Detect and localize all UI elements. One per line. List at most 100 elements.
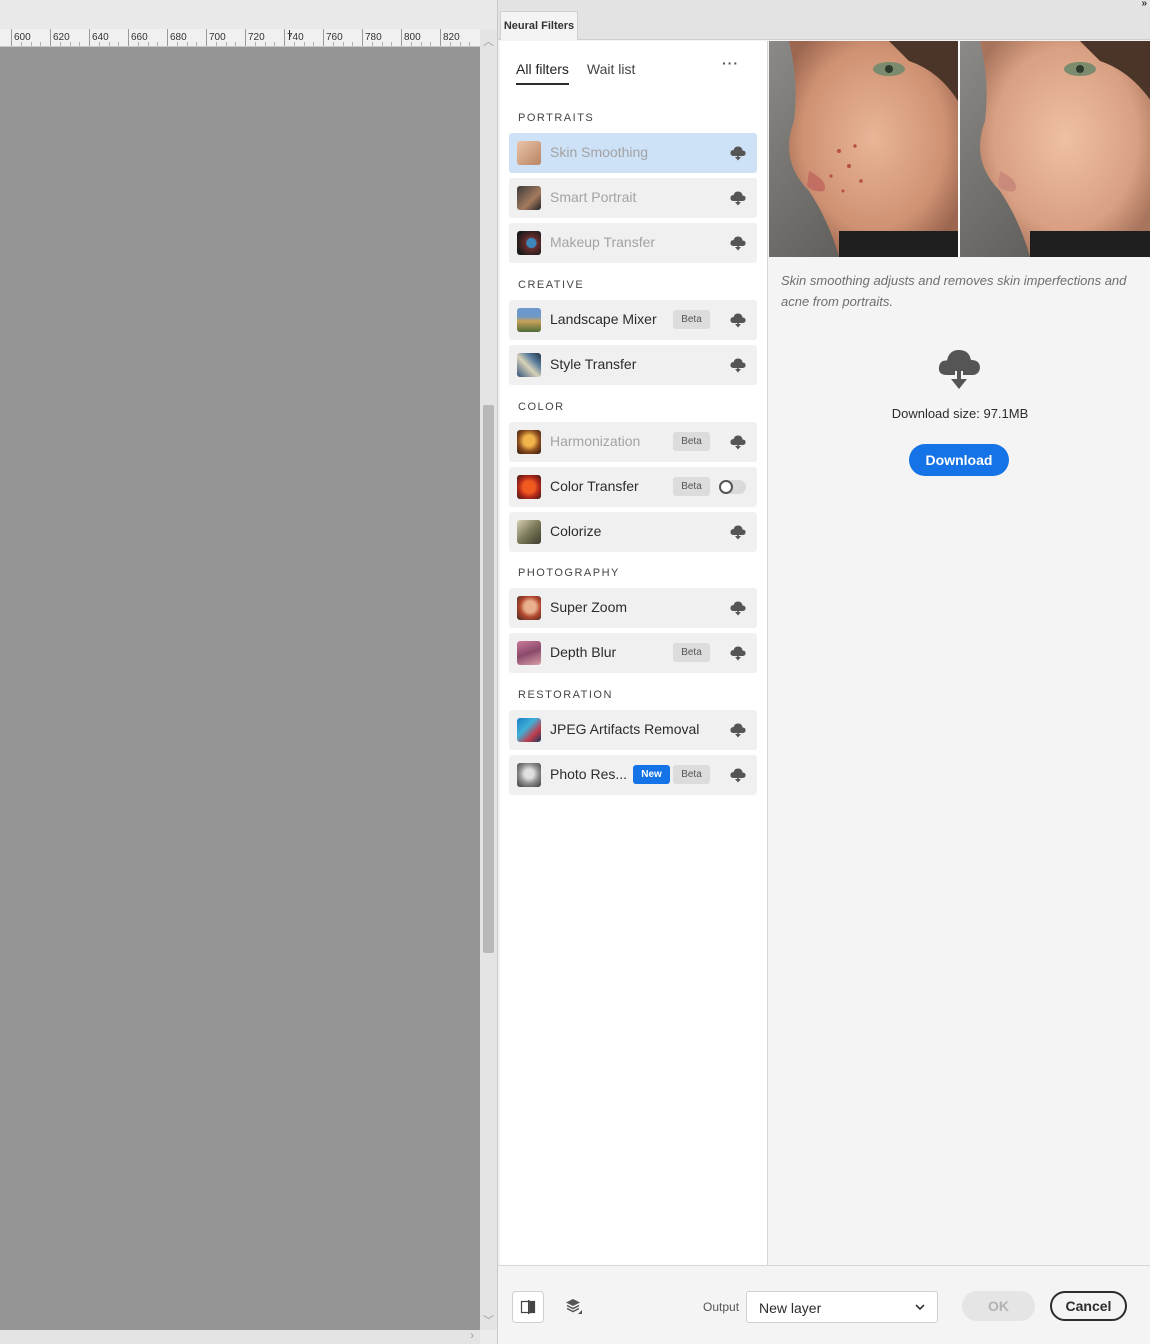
ruler-major-tick xyxy=(11,29,12,46)
ruler-minor-tick xyxy=(254,42,256,46)
section-title-portraits: PORTRAITS xyxy=(518,112,595,124)
cloud-download-icon[interactable] xyxy=(729,600,747,616)
ruler-major-tick xyxy=(323,29,324,46)
cloud-download-icon[interactable] xyxy=(729,145,747,161)
filter-item-landscape-mixer[interactable]: Landscape Mixer Beta xyxy=(509,300,757,340)
ruler-major-tick xyxy=(89,29,90,46)
output-selected-value: New layer xyxy=(759,1300,822,1316)
cloud-download-icon[interactable] xyxy=(729,722,747,738)
scroll-right-arrow-icon[interactable]: › xyxy=(470,1330,474,1342)
panel-tab-bar: Neural Filters xyxy=(498,11,1150,40)
filter-item-smart-portrait[interactable]: Smart Portrait xyxy=(509,178,757,218)
ruler-minor-tick xyxy=(303,42,305,46)
filter-list: All filters Wait list ··· PORTRAITS Skin… xyxy=(500,41,768,1265)
filter-label: Skin Smoothing xyxy=(550,144,649,160)
cancel-button[interactable]: Cancel xyxy=(1050,1291,1127,1321)
colorize-thumb-icon xyxy=(517,520,541,544)
ruler-minor-tick xyxy=(157,42,159,46)
filter-label: Style Transfer xyxy=(550,356,637,372)
color-transfer-toggle[interactable] xyxy=(719,480,746,494)
ruler-tick-label: 700 xyxy=(209,32,226,43)
ruler-tick-label: 760 xyxy=(326,32,343,43)
ruler-minor-tick xyxy=(430,42,432,46)
scroll-down-arrow-icon[interactable]: ﹀ xyxy=(483,1312,494,1328)
tab-neural-filters[interactable]: Neural Filters xyxy=(500,11,578,40)
ruler-tick-label: 820 xyxy=(443,32,460,43)
ruler-major-tick xyxy=(440,29,441,46)
ok-button[interactable]: OK xyxy=(962,1291,1035,1321)
show-preview-button[interactable] xyxy=(512,1291,544,1323)
neural-filters-panel: » Neural Filters All filters Wait list ·… xyxy=(497,0,1150,1344)
filter-item-color-transfer[interactable]: Color Transfer Beta xyxy=(509,467,757,507)
section-title-restoration: RESTORATION xyxy=(518,689,613,701)
filter-label: Color Transfer xyxy=(550,478,639,494)
document-canvas-area: 600 620 640 660 680 700 720 740 760 780 800 820 ︿ ﹀… xyxy=(0,0,497,1344)
ruler-minor-tick xyxy=(137,42,139,46)
cloud-download-icon[interactable] xyxy=(729,645,747,661)
layers-icon xyxy=(566,1299,582,1314)
filter-label: Depth Blur xyxy=(550,644,617,660)
filter-item-skin-smoothing[interactable]: Skin Smoothing xyxy=(509,133,757,173)
filter-item-harmonization[interactable]: Harmonization Beta xyxy=(509,422,757,462)
skin-smoothing-thumb-icon xyxy=(517,141,541,165)
more-options-icon[interactable]: ··· xyxy=(722,55,739,71)
tab-all-filters[interactable]: All filters xyxy=(516,61,569,85)
cloud-download-icon[interactable] xyxy=(729,767,747,783)
filter-list-tabs: All filters Wait list xyxy=(516,61,635,85)
layers-button[interactable] xyxy=(558,1291,590,1323)
makeup-transfer-thumb-icon xyxy=(517,231,541,255)
ruler-tick-label: 600 xyxy=(14,32,31,43)
panel-footer: Output New layer OK Cancel xyxy=(498,1265,1150,1344)
super-zoom-thumb-icon xyxy=(517,596,541,620)
cloud-download-icon[interactable] xyxy=(729,190,747,206)
filter-label: Makeup Transfer xyxy=(550,234,656,250)
output-dropdown[interactable]: New layer xyxy=(746,1291,938,1323)
output-label: Output xyxy=(703,1300,740,1314)
download-size-label: Download size: 97.1MB xyxy=(891,406,1029,421)
ruler-major-tick xyxy=(284,29,285,46)
cloud-download-icon[interactable] xyxy=(729,524,747,540)
ruler-minor-tick xyxy=(469,42,471,46)
beta-badge: Beta xyxy=(673,765,710,784)
ruler-tick-label: 720 xyxy=(248,32,265,43)
collapse-panel-icon[interactable]: » xyxy=(1141,0,1146,9)
vertical-scroll-thumb[interactable] xyxy=(483,405,494,953)
section-title-creative: CREATIVE xyxy=(518,279,585,291)
split-view-icon xyxy=(520,1300,536,1314)
ruler-minor-tick xyxy=(332,42,334,46)
photo-restoration-thumb-icon xyxy=(517,763,541,787)
cloud-download-icon[interactable] xyxy=(729,235,747,251)
filter-item-jpeg-artifacts-removal[interactable]: JPEG Artifacts Removal xyxy=(509,710,757,750)
beta-badge: Beta xyxy=(673,432,710,451)
filter-item-photo-restoration[interactable]: Photo Res... New Beta xyxy=(509,755,757,795)
ruler-minor-tick xyxy=(147,42,149,46)
ruler-major-tick xyxy=(128,29,129,46)
filter-label: Smart Portrait xyxy=(550,189,637,205)
filter-item-makeup-transfer[interactable]: Makeup Transfer xyxy=(509,223,757,263)
harmonization-thumb-icon xyxy=(517,430,541,454)
filter-item-colorize[interactable]: Colorize xyxy=(509,512,757,552)
scroll-up-arrow-icon[interactable]: ︿ xyxy=(483,33,494,49)
ruler-major-tick xyxy=(401,29,402,46)
download-button[interactable]: Download xyxy=(909,444,1009,476)
horizontal-scrollbar[interactable]: › xyxy=(0,1330,480,1344)
color-transfer-thumb-icon xyxy=(517,475,541,499)
ruler-minor-tick xyxy=(69,42,71,46)
filter-item-depth-blur[interactable]: Depth Blur Beta xyxy=(509,633,757,673)
chevron-down-icon xyxy=(915,1304,925,1311)
ruler-minor-tick xyxy=(30,42,32,46)
cloud-download-icon[interactable] xyxy=(729,357,747,373)
ruler-tick-label: 620 xyxy=(53,32,70,43)
document-canvas[interactable] xyxy=(0,47,480,1330)
ruler-minor-tick xyxy=(313,42,315,46)
filter-item-style-transfer[interactable]: Style Transfer xyxy=(509,345,757,385)
vertical-scrollbar[interactable]: ︿ ﹀ xyxy=(480,29,497,1330)
cloud-download-icon[interactable] xyxy=(729,312,747,328)
ruler-tick-label: 640 xyxy=(92,32,109,43)
tab-wait-list[interactable]: Wait list xyxy=(587,61,635,85)
cloud-download-icon[interactable] xyxy=(729,434,747,450)
horizontal-ruler: 600 620 640 660 680 700 720 740 760 780 800 820 xyxy=(0,29,480,47)
filter-label: Photo Res... xyxy=(550,766,628,782)
options-bar-strip xyxy=(0,0,497,29)
filter-item-super-zoom[interactable]: Super Zoom xyxy=(509,588,757,628)
